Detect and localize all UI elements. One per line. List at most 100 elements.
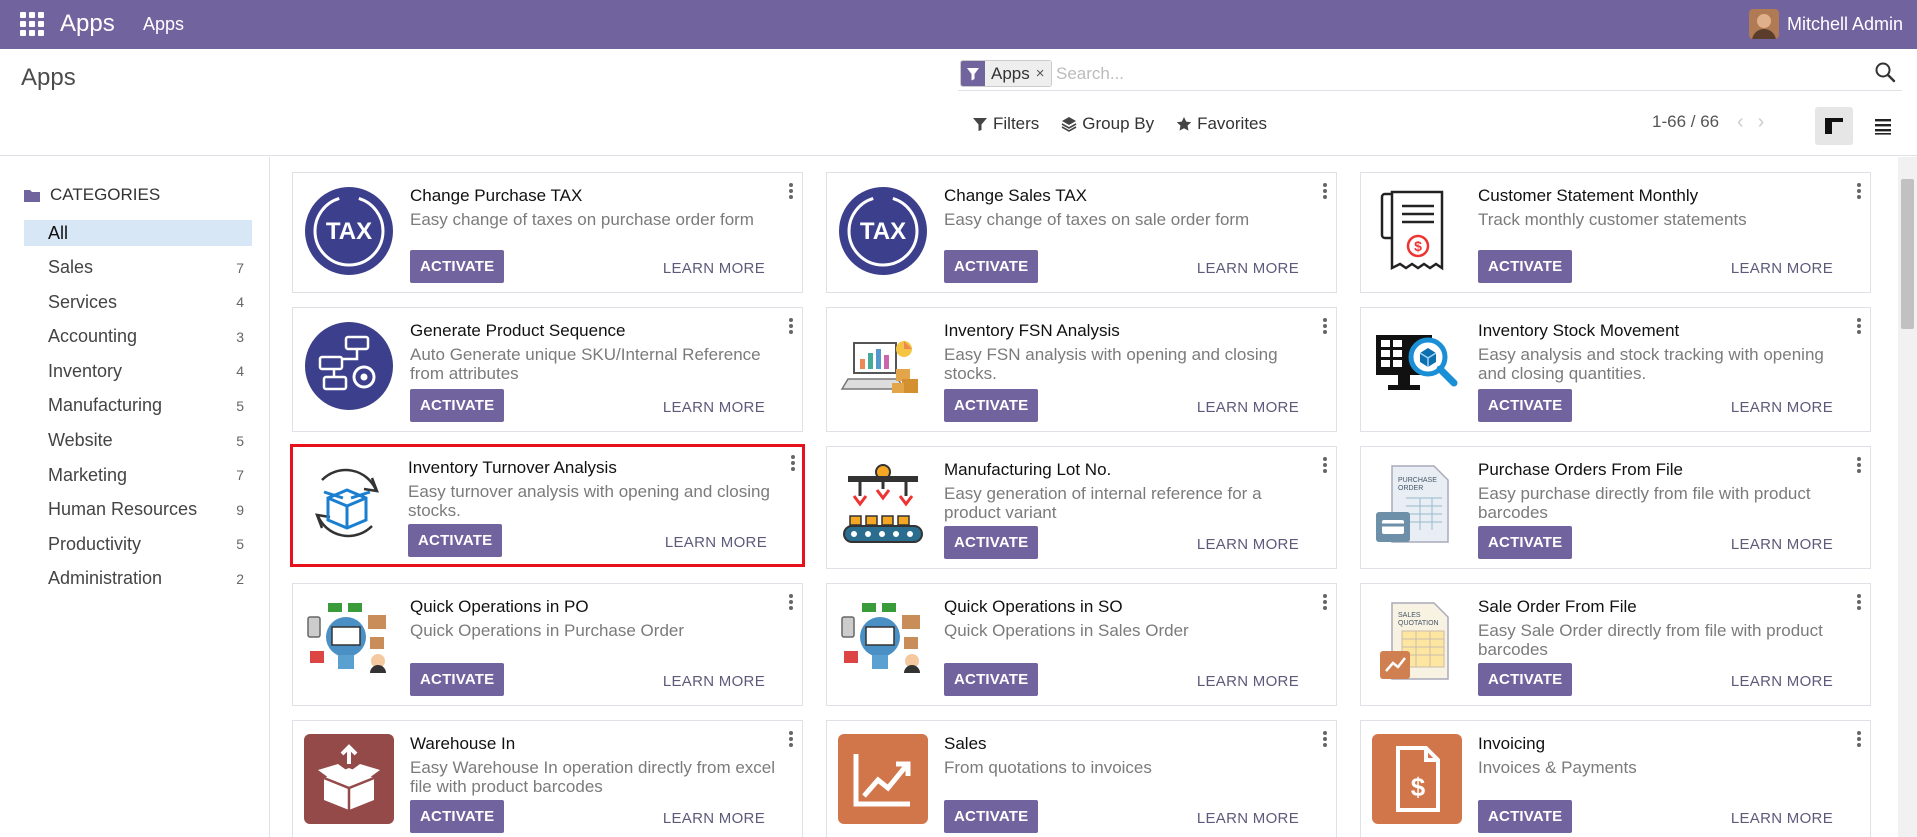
learn-more-link-inventory-fsn-analysis[interactable]: LEARN MORE — [1197, 399, 1299, 416]
app-card[interactable]: Manufacturing Lot No. Easy generation of … — [826, 446, 1337, 569]
activate-button-change-sales-tax[interactable]: ACTIVATE — [944, 250, 1039, 283]
activate-button-customer-statement-monthly[interactable]: ACTIVATE — [1478, 250, 1573, 283]
learn-more-link-sales[interactable]: LEARN MORE — [1197, 810, 1299, 827]
learn-more-link-customer-statement-monthly[interactable]: LEARN MORE — [1731, 260, 1833, 277]
app-card[interactable]: PURCHASE ORDER Purchase Orders From File Ea… — [1360, 446, 1871, 569]
learn-more-link-sale-order-from-file[interactable]: LEARN MORE — [1731, 673, 1833, 690]
sidebar-item-manufacturing[interactable]: Manufacturing 5 — [24, 389, 252, 424]
learn-more-link-quick-operations-in-po[interactable]: LEARN MORE — [663, 673, 765, 690]
search-input[interactable] — [1056, 59, 1836, 89]
svg-text:SALES: SALES — [1398, 612, 1421, 619]
app-title: Warehouse In — [410, 734, 516, 753]
app-card[interactable]: $ Customer Statement Monthly Track monthly… — [1360, 172, 1871, 293]
app-card[interactable]: Inventory Turnover Analysis Easy turnover… — [290, 444, 805, 567]
kebab-menu-icon[interactable] — [1857, 183, 1861, 199]
favorites-label: Favorites — [1197, 114, 1268, 133]
sidebar-item-administration[interactable]: Administration 2 — [24, 562, 252, 597]
kebab-menu-icon[interactable] — [789, 594, 793, 610]
activate-button-inventory-turnover-analysis[interactable]: ACTIVATE — [408, 524, 503, 557]
operations-icon — [304, 597, 394, 687]
app-description: Easy generation of internal reference fo… — [944, 484, 1262, 522]
facet-remove-button[interactable]: × — [1035, 61, 1051, 86]
learn-more-link-warehouse-in[interactable]: LEARN MORE — [663, 810, 765, 827]
kebab-menu-icon[interactable] — [1323, 318, 1327, 334]
learn-more-link-generate-product-sequence[interactable]: LEARN MORE — [663, 399, 765, 416]
kebab-menu-icon[interactable] — [1323, 183, 1327, 199]
activate-button-inventory-fsn-analysis[interactable]: ACTIVATE — [944, 389, 1039, 422]
scrollbar-thumb[interactable] — [1901, 179, 1914, 329]
kebab-menu-icon[interactable] — [1323, 457, 1327, 473]
app-description: Easy turnover analysis with opening and … — [408, 482, 770, 520]
activate-button-sale-order-from-file[interactable]: ACTIVATE — [1478, 663, 1573, 696]
app-card[interactable]: Generate Product Sequence Auto Generate u… — [292, 307, 803, 432]
activate-button-change-purchase-tax[interactable]: ACTIVATE — [410, 250, 505, 283]
activate-button-quick-operations-in-po[interactable]: ACTIVATE — [410, 663, 505, 696]
search-icon[interactable] — [1874, 61, 1898, 85]
app-card[interactable]: SALES QUOTATION Sale Order From File Easy S… — [1360, 583, 1871, 706]
activate-button-warehouse-in[interactable]: ACTIVATE — [410, 800, 505, 833]
receipt-icon: $ — [1372, 186, 1462, 276]
app-card[interactable]: TAX Change Sales TAX Easy change of taxes … — [826, 172, 1337, 293]
learn-more-link-inventory-stock-movement[interactable]: LEARN MORE — [1731, 399, 1833, 416]
navbar-menu-apps[interactable]: Apps — [143, 14, 184, 35]
sidebar-item-website[interactable]: Website 5 — [24, 423, 252, 458]
sidebar-item-sales[interactable]: Sales 7 — [24, 250, 252, 285]
kebab-menu-icon[interactable] — [1857, 457, 1861, 473]
kebab-menu-icon[interactable] — [791, 455, 795, 471]
activate-button-manufacturing-lot-no[interactable]: ACTIVATE — [944, 526, 1039, 559]
learn-more-link-change-sales-tax[interactable]: LEARN MORE — [1197, 260, 1299, 277]
kebab-menu-icon[interactable] — [789, 731, 793, 747]
app-title: Generate Product Sequence — [410, 321, 626, 340]
app-card[interactable]: $ Invoicing Invoices & Payments ACTIVATE LEA… — [1360, 720, 1871, 837]
kanban-view-button[interactable] — [1815, 107, 1853, 145]
sequence-icon — [304, 321, 394, 411]
app-card[interactable]: Inventory FSN Analysis Easy FSN analysis … — [826, 307, 1337, 432]
learn-more-link-change-purchase-tax[interactable]: LEARN MORE — [663, 260, 765, 277]
learn-more-link-inventory-turnover-analysis[interactable]: LEARN MORE — [665, 534, 767, 551]
activate-button-sales[interactable]: ACTIVATE — [944, 800, 1039, 833]
learn-more-link-manufacturing-lot-no[interactable]: LEARN MORE — [1197, 536, 1299, 553]
app-menu-grid-icon[interactable] — [20, 12, 44, 36]
activate-button-inventory-stock-movement[interactable]: ACTIVATE — [1478, 389, 1573, 422]
kebab-menu-icon[interactable] — [1323, 731, 1327, 747]
group-by-button[interactable]: Group By — [1061, 114, 1154, 134]
navbar-brand[interactable]: Apps — [60, 10, 115, 38]
sidebar-item-all[interactable]: All — [24, 220, 252, 246]
activate-button-generate-product-sequence[interactable]: ACTIVATE — [410, 389, 505, 422]
sidebar-item-productivity[interactable]: Productivity 5 — [24, 527, 252, 562]
kebab-menu-icon[interactable] — [1857, 318, 1861, 334]
tax-icon: TAX — [838, 186, 928, 276]
learn-more-link-invoicing[interactable]: LEARN MORE — [1731, 810, 1833, 827]
pager-value[interactable]: 1-66 / 66 — [1652, 112, 1719, 132]
pager-previous-button[interactable]: ‹ — [1737, 111, 1744, 134]
app-card[interactable]: Quick Operations in SO Quick Operations i… — [826, 583, 1337, 706]
app-card[interactable]: Warehouse In Easy Warehouse In operation … — [292, 720, 803, 837]
sidebar-item-inventory[interactable]: Inventory 4 — [24, 354, 252, 389]
favorites-button[interactable]: Favorites — [1176, 114, 1267, 134]
kebab-menu-icon[interactable] — [1857, 594, 1861, 610]
sidebar-item-count: 7 — [236, 259, 244, 276]
app-card[interactable]: TAX Change Purchase TAX Easy change of tax… — [292, 172, 803, 293]
activate-button-purchase-orders-from-file[interactable]: ACTIVATE — [1478, 526, 1573, 559]
app-card[interactable]: Quick Operations in PO Quick Operations i… — [292, 583, 803, 706]
scrollbar[interactable] — [1898, 157, 1917, 837]
kebab-menu-icon[interactable] — [1857, 731, 1861, 747]
list-view-button[interactable] — [1864, 107, 1902, 145]
filters-button[interactable]: Filters — [972, 114, 1039, 134]
learn-more-link-purchase-orders-from-file[interactable]: LEARN MORE — [1731, 536, 1833, 553]
pager-next-button[interactable]: › — [1758, 111, 1765, 134]
kebab-menu-icon[interactable] — [789, 183, 793, 199]
sidebar-item-human-resources[interactable]: Human Resources 9 — [24, 492, 252, 527]
top-navbar: Apps Apps Mitchell Admin — [0, 0, 1917, 49]
activate-button-quick-operations-in-so[interactable]: ACTIVATE — [944, 663, 1039, 696]
sidebar-item-marketing[interactable]: Marketing 7 — [24, 458, 252, 493]
activate-button-invoicing[interactable]: ACTIVATE — [1478, 800, 1573, 833]
kebab-menu-icon[interactable] — [789, 318, 793, 334]
sidebar-item-accounting[interactable]: Accounting 3 — [24, 319, 252, 354]
sidebar-item-services[interactable]: Services 4 — [24, 285, 252, 320]
user-menu[interactable]: Mitchell Admin — [1748, 8, 1903, 40]
kebab-menu-icon[interactable] — [1323, 594, 1327, 610]
learn-more-link-quick-operations-in-so[interactable]: LEARN MORE — [1197, 673, 1299, 690]
app-card[interactable]: Sales From quotations to invoices ACTIVATE… — [826, 720, 1337, 837]
app-card[interactable]: Inventory Stock Movement Easy analysis an… — [1360, 307, 1871, 432]
